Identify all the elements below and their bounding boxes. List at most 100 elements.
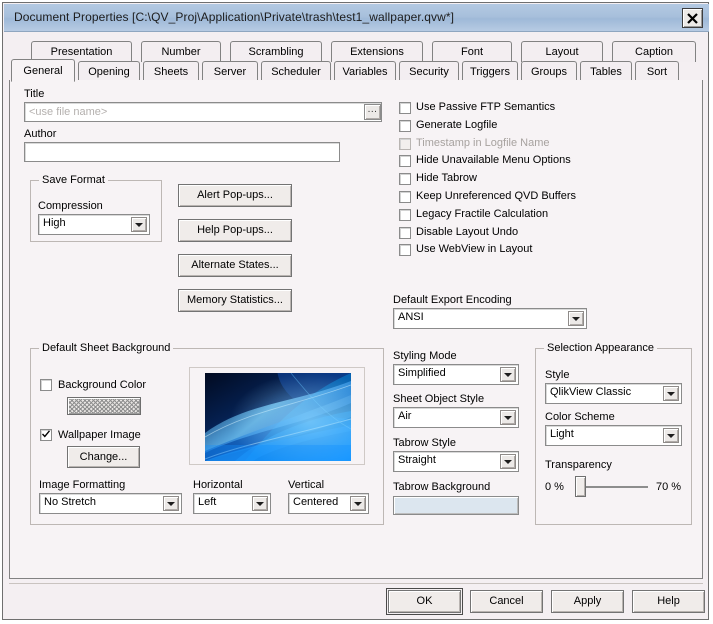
checkbox-label: Hide Unavailable Menu Options (416, 154, 571, 166)
tab-scheduler[interactable]: Scheduler (261, 61, 331, 82)
color-scheme-label: Color Scheme (545, 411, 615, 423)
tab-variables[interactable]: Variables (334, 61, 396, 82)
document-properties-dialog: Document Properties [C:\QV_Proj\Applicat… (2, 2, 709, 620)
title-label: Title (24, 88, 45, 100)
tab-sort[interactable]: Sort (635, 61, 679, 82)
title-bar[interactable]: Document Properties [C:\QV_Proj\Applicat… (4, 4, 709, 32)
help-popups-button[interactable]: Help Pop-ups... (178, 219, 292, 242)
tab-caption[interactable]: Caption (612, 41, 696, 62)
alternate-states-button[interactable]: Alternate States... (178, 254, 292, 277)
sheet-object-style-value: Air (398, 410, 412, 422)
memory-statistics-button[interactable]: Memory Statistics... (178, 289, 292, 312)
selection-style-label: Style (545, 369, 570, 381)
tab-label: Caption (635, 46, 673, 58)
alert-popups-button[interactable]: Alert Pop-ups... (178, 184, 292, 207)
selection-appearance-group-label: Selection Appearance (544, 342, 658, 354)
tab-tables[interactable]: Tables (580, 61, 632, 82)
chevron-down-icon[interactable] (350, 496, 366, 511)
transparency-slider-thumb[interactable] (575, 476, 586, 497)
tab-sheets[interactable]: Sheets (143, 61, 199, 82)
tab-label: Number (161, 46, 201, 58)
close-icon[interactable] (682, 8, 703, 28)
tab-label: Triggers (470, 66, 510, 78)
tabrow-background-swatch[interactable] (393, 496, 519, 515)
checkbox-label: Keep Unreferenced QVD Buffers (416, 190, 576, 202)
apply-button[interactable]: Apply (551, 590, 624, 613)
checkbox-label: Use Passive FTP Semantics (416, 101, 556, 113)
ok-button[interactable]: OK (386, 588, 463, 615)
author-input[interactable] (24, 142, 340, 162)
export-encoding-select[interactable]: ANSI (393, 308, 587, 329)
selection-style-value: QlikView Classic (550, 386, 632, 398)
checkbox-label: Timestamp in Logfile Name (416, 137, 550, 149)
wallpaper-image-checkbox[interactable] (40, 429, 52, 441)
chevron-down-icon[interactable] (500, 410, 516, 425)
chevron-down-icon[interactable] (663, 428, 679, 443)
chevron-down-icon[interactable] (252, 496, 268, 511)
checkbox-timestamp-in-logfile-name (399, 138, 411, 150)
tab-layout[interactable]: Layout (521, 41, 603, 62)
styling-mode-select[interactable]: Simplified (393, 364, 519, 385)
sheet-object-style-label: Sheet Object Style (393, 393, 485, 405)
transparency-slider-track[interactable] (579, 486, 648, 488)
transparency-label: Transparency (545, 459, 612, 471)
checkbox-label: Generate Logfile (416, 119, 498, 131)
tab-groups[interactable]: Groups (521, 61, 577, 82)
color-scheme-select[interactable]: Light (545, 425, 682, 446)
tab-label: Security (409, 66, 449, 78)
chevron-down-icon[interactable] (663, 386, 679, 401)
tab-number[interactable]: Number (141, 41, 221, 62)
tab-label: General (23, 65, 63, 77)
checkbox-hide-unavailable-menu-options[interactable] (399, 155, 411, 167)
checkbox-label: Legacy Fractile Calculation (416, 208, 549, 220)
tab-font[interactable]: Font (432, 41, 512, 62)
styling-mode-value: Simplified (398, 367, 446, 379)
checkbox-label: Use WebView in Layout (416, 243, 533, 255)
horizontal-label: Horizontal (193, 479, 243, 491)
sheet-object-style-select[interactable]: Air (393, 407, 519, 428)
checkbox-legacy-fractile-calculation[interactable] (399, 209, 411, 221)
chevron-down-icon[interactable] (568, 311, 584, 326)
cancel-button[interactable]: Cancel (470, 590, 543, 613)
image-formatting-label: Image Formatting (39, 479, 126, 491)
wallpaper-image-label: Wallpaper Image (58, 429, 141, 441)
tab-general[interactable]: General (11, 59, 75, 82)
tab-label: Opening (88, 66, 130, 78)
help-button[interactable]: Help (632, 590, 705, 613)
tab-label: Layout (545, 46, 579, 58)
change-wallpaper-button[interactable]: Change... (67, 446, 140, 468)
tab-label: Scrambling (248, 46, 304, 58)
chevron-down-icon[interactable] (163, 496, 179, 511)
vertical-label: Vertical (288, 479, 325, 491)
selection-style-select[interactable]: QlikView Classic (545, 383, 682, 404)
tabrow-background-label: Tabrow Background (393, 481, 491, 493)
tab-server[interactable]: Server (202, 61, 258, 82)
chevron-down-icon[interactable] (131, 217, 147, 232)
checkbox-disable-layout-undo[interactable] (399, 227, 411, 239)
window-title: Document Properties [C:\QV_Proj\Applicat… (14, 10, 455, 24)
horizontal-select[interactable]: Left (193, 493, 271, 514)
compression-select[interactable]: High (38, 214, 150, 235)
tabrow-style-select[interactable]: Straight (393, 451, 519, 472)
checkbox-use-passive-ftp-semantics[interactable] (399, 102, 411, 114)
tab-scrambling[interactable]: Scrambling (230, 41, 322, 62)
checkbox-keep-unreferenced-qvd-buffers[interactable] (399, 191, 411, 203)
background-color-swatch[interactable] (67, 397, 141, 415)
chevron-down-icon[interactable] (500, 367, 516, 382)
chevron-down-icon[interactable] (500, 454, 516, 469)
checkbox-label: Hide Tabrow (416, 172, 477, 184)
checkbox-generate-logfile[interactable] (399, 120, 411, 132)
tab-extensions[interactable]: Extensions (331, 41, 423, 62)
image-formatting-select[interactable]: No Stretch (39, 493, 182, 514)
title-input[interactable]: <use file name> (24, 102, 382, 122)
tab-opening[interactable]: Opening (78, 61, 140, 82)
save-format-group-label: Save Format (39, 174, 108, 186)
vertical-select[interactable]: Centered (288, 493, 369, 514)
title-browse-button[interactable]: ... (364, 104, 381, 120)
tabrow-style-label: Tabrow Style (393, 437, 456, 449)
checkbox-hide-tabrow[interactable] (399, 173, 411, 185)
tab-triggers[interactable]: Triggers (462, 61, 518, 82)
tab-security[interactable]: Security (399, 61, 459, 82)
checkbox-use-webview-in-layout[interactable] (399, 244, 411, 256)
background-color-checkbox[interactable] (40, 379, 52, 391)
